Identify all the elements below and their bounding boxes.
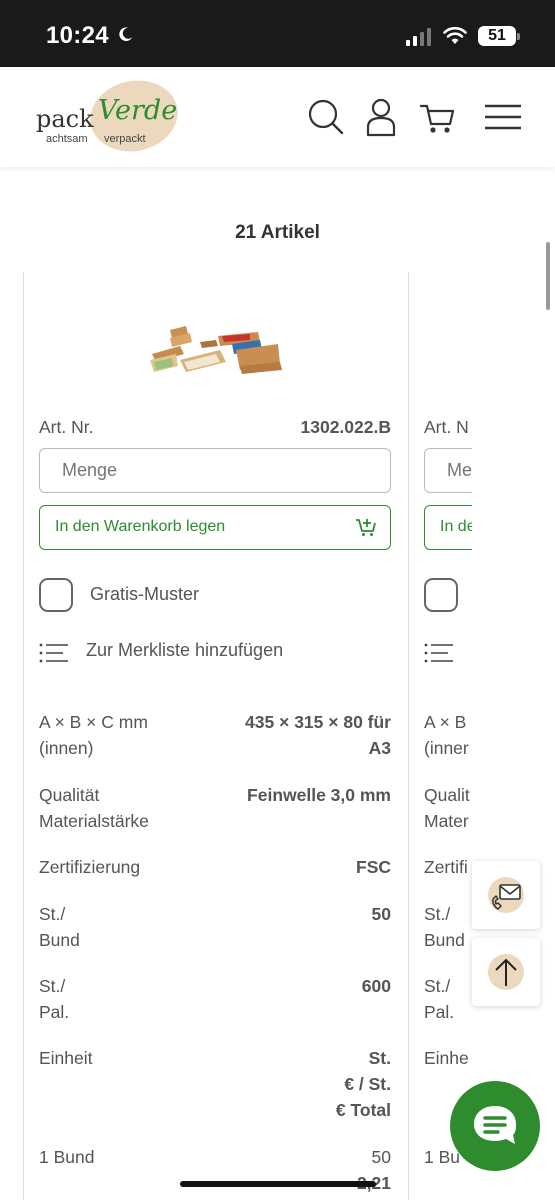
price-tier-value: 502,21 bbox=[357, 1147, 391, 1193]
article-number-label: Art. Nr. bbox=[39, 417, 94, 437]
spec-label-dimensions: A × B (inner bbox=[424, 712, 469, 758]
free-sample-checkbox[interactable] bbox=[39, 578, 73, 612]
scroll-to-top-button[interactable] bbox=[472, 938, 540, 1006]
contact-button[interactable] bbox=[472, 861, 540, 929]
wifi-icon bbox=[443, 27, 467, 44]
spec-label-pieces-per-pallet: St./Pal. bbox=[424, 976, 455, 1022]
quantity-input[interactable] bbox=[39, 448, 391, 493]
user-icon[interactable] bbox=[361, 97, 401, 137]
battery-indicator: 51 bbox=[478, 26, 520, 46]
wishlist-list-icon[interactable] bbox=[39, 642, 69, 664]
add-to-wishlist-link[interactable]: Zur Merkliste hinzufügen bbox=[86, 640, 283, 661]
scrollbar[interactable] bbox=[546, 242, 550, 310]
quantity-input[interactable] bbox=[424, 448, 472, 493]
status-time: 10:24 bbox=[46, 22, 109, 49]
moon-icon bbox=[119, 27, 133, 42]
home-indicator[interactable] bbox=[180, 1181, 376, 1187]
spec-label-certification: Zertifi bbox=[424, 857, 468, 877]
spec-value-quality: Feinwelle 3,0 mm bbox=[247, 785, 391, 805]
article-count: 21 Artikel bbox=[235, 222, 320, 243]
hamburger-menu-icon[interactable] bbox=[483, 97, 523, 137]
phone-mail-icon bbox=[492, 884, 521, 910]
packverde-logo[interactable]: pack Verde achtsam verpackt bbox=[36, 72, 186, 160]
arrow-up-icon bbox=[495, 958, 517, 986]
chat-button[interactable] bbox=[450, 1081, 540, 1171]
cart-plus-icon bbox=[356, 519, 376, 536]
product-card: Art. Nr. 1302.022.B In den Warenkorb leg… bbox=[23, 272, 409, 1200]
spec-label-unit: Einhe bbox=[424, 1048, 469, 1068]
price-tier-label: 1 Bu bbox=[424, 1147, 460, 1167]
spec-value-pieces-per-bundle: 50 bbox=[371, 904, 391, 924]
spec-value-certification: FSC bbox=[356, 857, 391, 877]
add-to-cart-label: In den Warenkorb legen bbox=[55, 518, 226, 535]
price-tier-label: 1 Bund bbox=[39, 1147, 95, 1167]
spec-value-pieces-per-pallet: 600 bbox=[361, 976, 391, 996]
free-sample-label[interactable]: Gratis-Muster bbox=[90, 584, 199, 605]
add-to-cart-label: In de bbox=[440, 518, 472, 535]
spec-value-unit: St. € / St. € Total bbox=[335, 1048, 391, 1120]
spec-label-unit: Einheit bbox=[39, 1048, 93, 1068]
logo-word-verde: Verde bbox=[98, 95, 178, 126]
spec-label-certification: Zertifizierung bbox=[39, 857, 141, 877]
logo-tagline-right: verpackt bbox=[104, 133, 146, 145]
cell-signal-icon bbox=[406, 28, 431, 46]
free-sample-checkbox[interactable] bbox=[424, 578, 458, 612]
spec-label-dimensions: A × B × C mm (innen) bbox=[39, 712, 148, 758]
spec-label-pieces-per-bundle: St./Bund bbox=[424, 904, 465, 950]
chat-bubble-icon bbox=[474, 1106, 516, 1144]
search-icon[interactable] bbox=[306, 97, 346, 137]
spec-label-quality: Qualität Materialstärke bbox=[39, 785, 149, 831]
article-number-label: Art. N bbox=[424, 417, 469, 437]
product-image[interactable] bbox=[150, 316, 282, 380]
cart-icon[interactable] bbox=[418, 97, 458, 137]
wishlist-list-icon[interactable] bbox=[424, 642, 454, 664]
spec-label-quality: Qualit Mater bbox=[424, 785, 470, 831]
spec-value-dimensions: 435 × 315 × 80 für A3 bbox=[245, 712, 391, 758]
add-to-cart-button[interactable]: In de bbox=[424, 505, 472, 550]
article-number: 1302.022.B bbox=[300, 417, 392, 437]
status-bar: 10:24 51 bbox=[0, 0, 555, 67]
logo-tagline-left: achtsam bbox=[46, 133, 88, 145]
add-to-cart-button[interactable]: In den Warenkorb legen bbox=[39, 505, 391, 550]
spec-label-pieces-per-pallet: St./Pal. bbox=[39, 976, 70, 1022]
product-card: Art. N In de A × B(inner QualitMater Zer… bbox=[408, 272, 472, 1200]
site-header: pack Verde achtsam verpackt bbox=[0, 67, 555, 167]
logo-word-pack: pack bbox=[36, 105, 94, 133]
spec-label-pieces-per-bundle: St./Bund bbox=[39, 904, 80, 950]
